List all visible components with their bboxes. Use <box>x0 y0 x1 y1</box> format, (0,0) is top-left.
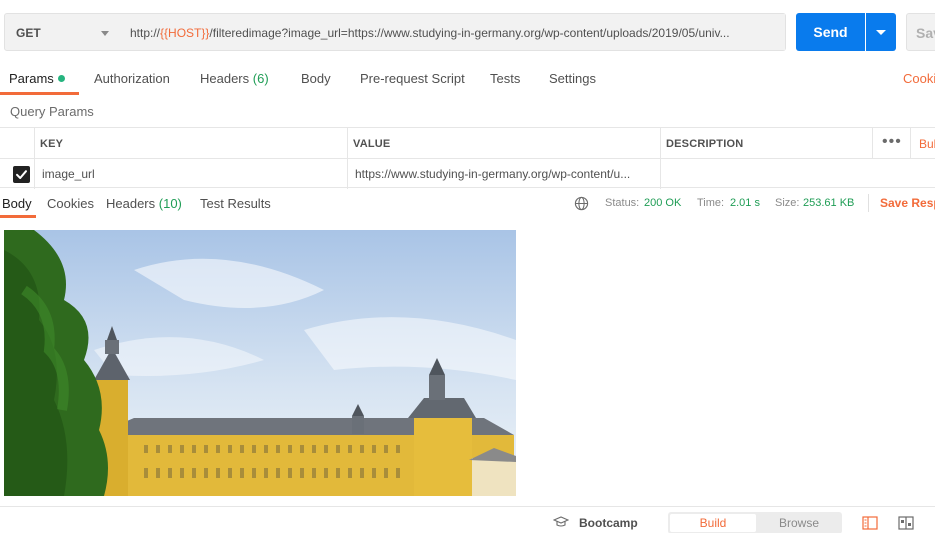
more-options-icon[interactable]: ••• <box>882 133 902 151</box>
tab-body[interactable]: Body <box>301 71 331 86</box>
status-label: Status: <box>605 197 640 209</box>
cookies-link[interactable]: Cooki <box>903 71 935 86</box>
build-mode-button[interactable]: Build <box>670 514 756 532</box>
url-prefix: http:// <box>130 26 161 40</box>
column-description: DESCRIPTION <box>666 138 744 150</box>
status-value[interactable]: 200 OK <box>644 197 681 209</box>
tab-response-cookies[interactable]: Cookies <box>47 196 94 211</box>
tab-test-results[interactable]: Test Results <box>200 196 271 211</box>
pane-layout-icon[interactable] <box>862 516 878 530</box>
chevron-down-icon <box>101 31 109 36</box>
university-building-image <box>4 230 516 496</box>
save-response-button[interactable]: Save Resp <box>880 196 935 210</box>
param-checkbox[interactable] <box>13 166 30 183</box>
checkmark-icon <box>16 170 27 179</box>
params-indicator-dot <box>57 75 65 82</box>
send-button[interactable]: Send <box>796 13 865 51</box>
url-variable: {{HOST}} <box>160 26 210 40</box>
method-select[interactable]: GET <box>4 13 120 51</box>
active-tab-underline <box>0 92 79 95</box>
globe-icon[interactable] <box>574 196 589 211</box>
column-value: VALUE <box>353 138 391 150</box>
bulk-edit-link[interactable]: Bul <box>919 137 935 151</box>
two-pane-icon[interactable] <box>898 516 914 530</box>
tab-authorization[interactable]: Authorization <box>94 71 170 86</box>
tab-settings[interactable]: Settings <box>549 71 596 86</box>
column-divider <box>347 128 348 189</box>
size-label: Size: <box>775 197 800 209</box>
build-browse-toggle: Build Browse <box>668 512 842 533</box>
tab-response-headers[interactable]: Headers (10) <box>106 196 182 211</box>
tab-headers-count: (6) <box>252 71 269 86</box>
tab-params-label: Params <box>9 71 54 86</box>
save-button[interactable]: Sav <box>906 13 935 51</box>
active-response-tab-underline <box>0 215 36 218</box>
column-divider <box>910 128 911 159</box>
param-value-cell[interactable]: https://www.studying-in-germany.org/wp-c… <box>355 167 655 181</box>
time-value[interactable]: 2.01 s <box>730 197 760 209</box>
bootcamp-link[interactable]: Bootcamp <box>579 516 638 530</box>
param-key-cell[interactable]: image_url <box>42 167 342 181</box>
response-image <box>4 230 516 496</box>
column-key: KEY <box>40 138 64 150</box>
tab-response-headers-label: Headers <box>106 196 156 211</box>
column-divider <box>660 128 661 189</box>
url-fade <box>756 14 785 50</box>
tab-tests[interactable]: Tests <box>490 71 520 86</box>
browse-mode-button[interactable]: Browse <box>756 514 842 532</box>
tab-params[interactable]: Params <box>9 71 65 86</box>
time-label: Time: <box>697 197 725 209</box>
send-options-button[interactable] <box>866 13 896 51</box>
tab-response-body[interactable]: Body <box>2 196 32 211</box>
query-params-table: KEY VALUE DESCRIPTION ••• Bul image_url … <box>0 127 935 189</box>
tab-pre-request-script[interactable]: Pre-request Script <box>360 71 465 86</box>
url-suffix: /filteredimage?image_url=https://www.stu… <box>209 26 730 40</box>
method-label: GET <box>16 26 41 40</box>
tab-headers-label: Headers <box>200 71 250 86</box>
tab-headers[interactable]: Headers (6) <box>200 71 269 86</box>
query-params-title: Query Params <box>10 104 94 119</box>
response-tabs: Body Cookies Headers (10) Test Results S… <box>0 188 935 218</box>
divider <box>868 194 869 212</box>
size-value[interactable]: 253.61 KB <box>803 197 854 209</box>
column-divider <box>872 128 873 159</box>
graduation-cap-icon <box>553 516 569 527</box>
column-divider <box>34 128 35 189</box>
status-bar: Bootcamp Build Browse <box>0 506 935 533</box>
tab-response-headers-count: (10) <box>158 196 182 211</box>
table-header-row <box>0 128 935 159</box>
request-tabs: Params Authorization Headers (6) Body Pr… <box>0 62 935 95</box>
url-input[interactable]: http://{{HOST}}/filteredimage?image_url=… <box>119 13 786 51</box>
